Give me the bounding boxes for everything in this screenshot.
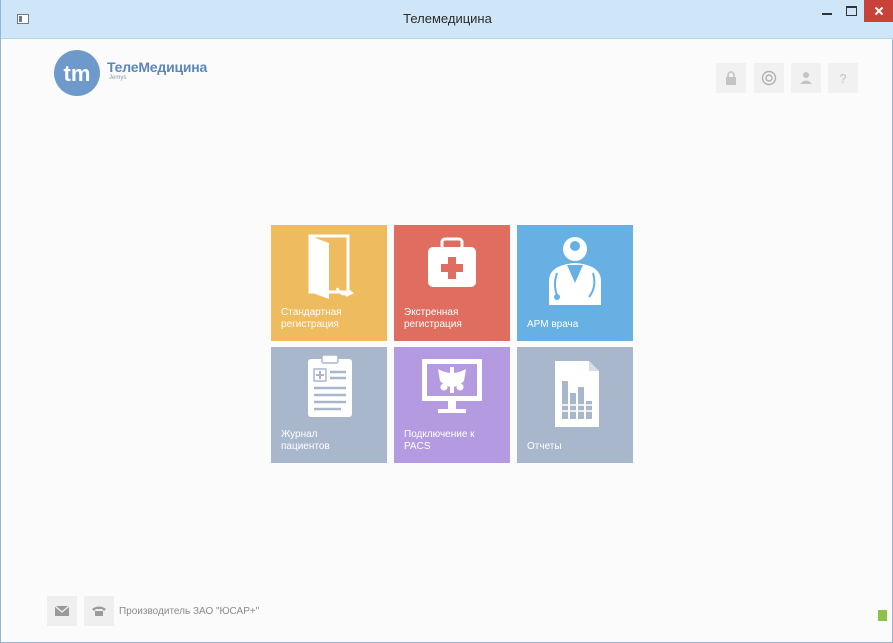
- tile-label: Отчеты: [527, 441, 562, 452]
- window-title: Телемедицина: [403, 11, 492, 26]
- settings-icon: [761, 70, 777, 86]
- tile-patient-journal[interactable]: Журнал пациентов: [271, 347, 387, 463]
- user-icon: [800, 72, 812, 84]
- svg-text:tm: tm: [64, 61, 91, 86]
- title-bar: Телемедицина: [1, 0, 893, 39]
- settings-button[interactable]: [754, 63, 784, 93]
- user-button[interactable]: [791, 63, 821, 93]
- manufacturer-text: Производитель ЗАО "ЮСАР+": [119, 606, 260, 617]
- tile-label: Подключение к PACS: [404, 429, 475, 452]
- tile-reports[interactable]: Отчеты: [517, 347, 633, 463]
- phone-icon: [92, 606, 106, 616]
- lock-icon: [726, 71, 736, 85]
- tile-label: Стандартная регистрация: [281, 307, 342, 330]
- tile-standard-registration[interactable]: Стандартная регистрация: [271, 225, 387, 341]
- lock-button[interactable]: [716, 63, 746, 93]
- help-icon: ?: [839, 71, 846, 86]
- help-button[interactable]: ?: [828, 63, 858, 93]
- tile-emergency-registration[interactable]: Экстренная регистрация: [394, 225, 510, 341]
- phone-button[interactable]: [84, 596, 114, 626]
- close-button[interactable]: [864, 0, 893, 22]
- logo-mark-icon: tm: [54, 50, 100, 96]
- maximize-button[interactable]: [840, 0, 864, 22]
- logo-name: ТелеМедицина: [107, 59, 208, 75]
- tile-label: Экстренная регистрация: [404, 307, 462, 330]
- tile-label: Журнал пациентов: [281, 429, 330, 452]
- mail-icon: [54, 605, 70, 616]
- tile-label: АРМ врача: [527, 319, 579, 330]
- status-indicator-icon: [878, 610, 887, 621]
- logo-subtitle: Jemys: [109, 75, 127, 81]
- svg-text:?: ?: [839, 71, 846, 86]
- minimize-button[interactable]: [814, 0, 840, 22]
- tile-doctor-workstation[interactable]: АРМ врача: [517, 225, 633, 341]
- mail-button[interactable]: [47, 596, 77, 626]
- tile-pacs-connection[interactable]: Подключение к PACS: [394, 347, 510, 463]
- app-window: Телемедицина tm ТелеМедицина Jemys ? Ста…: [0, 0, 893, 643]
